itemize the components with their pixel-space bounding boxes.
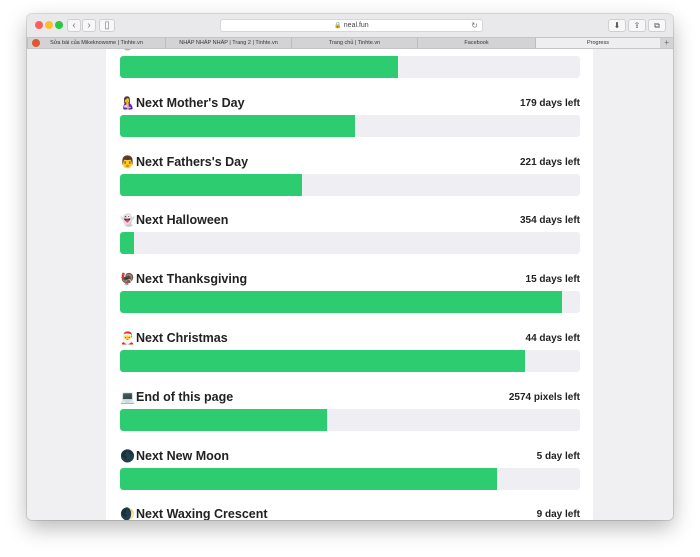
progress-bar-track [120, 350, 580, 372]
progress-title: Next Christmas [136, 331, 228, 345]
progress-title: Next Halloween [136, 213, 229, 227]
chevron-right-icon: › [87, 20, 91, 31]
progress-bar-fill [120, 350, 525, 372]
remaining-text: 15 days left [525, 274, 580, 285]
progress-label: 🎅Next Christmas [120, 331, 228, 345]
progress-title: Next Easter [136, 49, 205, 51]
progress-label: 🤱Next Mother's Day [120, 96, 245, 110]
progress-bar-track [120, 115, 580, 137]
progress-label: 🌑Next New Moon [120, 449, 229, 463]
progress-card: 🥚Next Easter 144 days left 🤱Next Mother's … [106, 49, 593, 520]
progress-label: 🦃Next Thanksgiving [120, 272, 247, 286]
downloads-button[interactable]: ⬇ [608, 19, 626, 32]
progress-bar-track [120, 174, 580, 196]
mother-icon: 🤱 [120, 96, 135, 110]
progress-title: Next Fathers's Day [136, 155, 249, 169]
progress-bar-track [120, 232, 580, 254]
remaining-text: 2574 pixels left [508, 392, 580, 403]
page-content: 🥚Next Easter 144 days left 🤱Next Mother's … [27, 49, 673, 520]
progress-label: 🌒Next Waxing Crescent [120, 507, 268, 520]
waxing-crescent-icon: 🌒 [120, 507, 135, 520]
father-icon: 👨 [120, 155, 135, 169]
tabs-icon: ⧉ [654, 21, 660, 30]
tab-1[interactable]: Sửa bài của Mikeknowsme | Tinhte.vn [27, 38, 165, 48]
address-bar[interactable]: 🔒 neal.fun ↻ [220, 19, 483, 32]
remaining-text: 221 days left [519, 157, 580, 168]
progress-bar-fill [120, 115, 355, 137]
progress-bar-track [120, 468, 580, 490]
laptop-icon: 💻 [120, 390, 135, 404]
sidebar-icon: ▯ [104, 20, 110, 31]
ghost-icon: 👻 [120, 213, 135, 227]
new-moon-icon: 🌑 [120, 449, 135, 463]
close-window-button[interactable] [35, 21, 43, 29]
progress-title: Next Waxing Crescent [136, 507, 268, 520]
remaining-text: 354 days left [519, 215, 580, 226]
remaining-text: 9 day left [536, 509, 580, 520]
progress-title: Next Mother's Day [136, 96, 245, 110]
url-text: neal.fun [343, 22, 369, 29]
maximize-window-button[interactable] [55, 21, 63, 29]
remaining-text: 5 day left [536, 451, 580, 462]
tab-2[interactable]: NHÁP NHÁP NHÁP | Trang 2 | Tinhte.vn [165, 38, 291, 48]
progress-bar-fill [120, 409, 327, 431]
chevron-left-icon: ‹ [72, 20, 76, 31]
tab-overview-button[interactable]: ⧉ [648, 19, 666, 32]
progress-bar-track [120, 409, 580, 431]
tab-3[interactable]: Trang chủ | Tinhte.vn [291, 38, 417, 48]
back-button[interactable]: ‹ [67, 19, 81, 32]
browser-window: ‹ › ▯ 🔒 neal.fun ↻ ⬇ ⇪ ⧉ Sửa bài của Mike… [27, 14, 673, 520]
remaining-text: 179 days left [519, 98, 580, 109]
tab-4[interactable]: Facebook [417, 38, 535, 48]
reload-icon[interactable]: ↻ [471, 20, 478, 31]
progress-title: Next New Moon [136, 449, 230, 463]
progress-bar-fill [120, 291, 562, 313]
progress-title: Next Thanksgiving [136, 272, 248, 286]
remaining-text: 144 days left [520, 49, 580, 50]
share-button[interactable]: ⇪ [628, 19, 646, 32]
progress-bar-track [120, 56, 580, 78]
title-bar: ‹ › ▯ 🔒 neal.fun ↻ ⬇ ⇪ ⧉ [27, 14, 673, 37]
progress-bar-fill [120, 56, 399, 78]
new-tab-icon[interactable]: + [664, 38, 669, 48]
progress-bar-track [120, 291, 580, 313]
share-icon: ⇪ [633, 21, 641, 30]
easter-egg-icon: 🥚 [120, 49, 135, 51]
lock-icon: 🔒 [334, 23, 342, 29]
santa-icon: 🎅 [120, 331, 135, 345]
progress-label: 💻End of this page [120, 390, 233, 404]
progress-label: 🥚Next Easter [120, 49, 205, 51]
turkey-icon: 🦃 [120, 272, 135, 286]
progress-title: End of this page [136, 390, 234, 404]
progress-label: 👻Next Halloween [120, 213, 228, 227]
progress-label: 👨Next Fathers's Day [120, 155, 248, 169]
tab-5-active[interactable]: Progress [535, 38, 660, 48]
minimize-window-button[interactable] [45, 21, 53, 29]
progress-bar-fill [120, 468, 498, 490]
tinhte-favicon-icon [32, 39, 40, 47]
download-icon: ⬇ [613, 21, 621, 30]
tab-bar: Sửa bài của Mikeknowsme | Tinhte.vn NHÁP… [27, 37, 673, 49]
forward-button[interactable]: › [82, 19, 96, 32]
remaining-text: 44 days left [525, 333, 580, 344]
progress-bar-fill [120, 174, 302, 196]
progress-bar-fill [120, 232, 134, 254]
sidebar-toggle-button[interactable]: ▯ [99, 19, 115, 32]
